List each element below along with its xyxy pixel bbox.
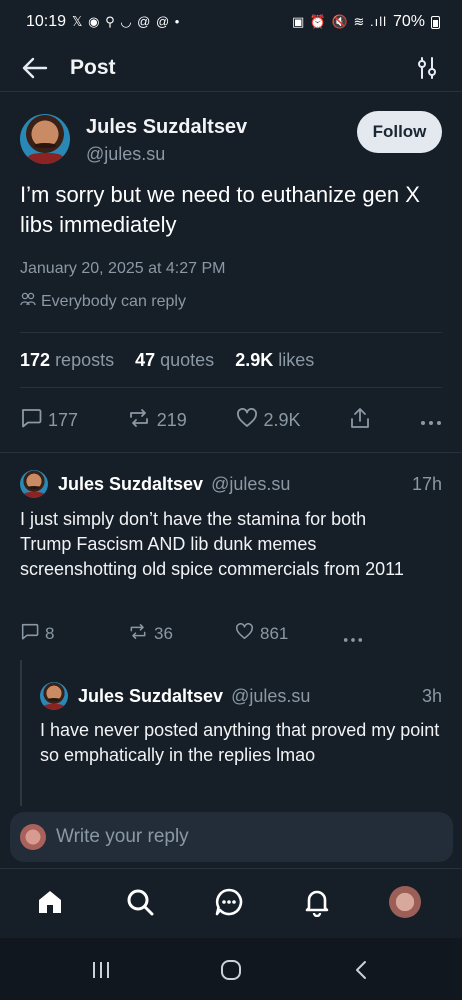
divider [0,452,462,453]
home-icon[interactable] [33,885,67,919]
quotes-count: 47 [135,349,156,370]
reply-text: I just simply don’t have the stamina for… [20,509,404,579]
reply-composer[interactable]: Write your reply [10,812,453,862]
reply-text: I have never posted anything that proved… [40,720,440,765]
post-actions: 177 219 2.9K [20,402,442,438]
avatar-shirt [24,491,44,498]
my-avatar [20,824,46,850]
reply-button[interactable]: 8 [20,623,54,645]
reply-count: 177 [48,409,79,430]
avatar[interactable] [20,114,70,164]
reply-input-placeholder[interactable]: Write your reply [56,826,189,848]
likes-stat[interactable]: 2.9K likes [235,350,314,371]
likes-label: likes [278,349,315,370]
avatar-shirt [27,153,63,164]
back-arrow-icon[interactable] [22,54,50,82]
reply-item[interactable]: Jules Suzdaltsev @jules.su 3h I have nev… [0,682,462,765]
status-time: 10:19 [26,13,67,30]
avatar[interactable] [20,470,48,498]
heart-icon [235,623,254,645]
status-bar: 10:19 𝕏 ◉ ⚲ ◡ @ @ • ▣ ⏰ 🔇 ≋ .ıll 70% [0,0,462,44]
more-dots-icon [420,410,442,431]
repost-icon [128,623,148,645]
heart-icon [236,407,258,433]
avatar[interactable] [40,682,68,710]
share-icon [349,407,371,434]
page-title: Post [70,55,116,79]
likes-count: 2.9K [235,349,274,370]
share-button[interactable] [349,407,371,434]
reply-header: Jules Suzdaltsev @jules.su 17h [0,470,462,498]
search-icon[interactable] [123,885,157,919]
reply-setting: Everybody can reply [20,292,186,311]
post-stats: 172 reposts 47 quotes 2.9K likes [20,332,442,388]
reposts-count: 172 [20,349,51,370]
post-text: I’m sorry but we need to euthanize gen X… [20,182,420,237]
reply-author-handle[interactable]: @jules.su [231,686,310,707]
notification-icons: 𝕏 ◉ ⚲ ◡ @ @ • [72,14,181,29]
post-author: Jules Suzdaltsev @jules.su Follow [20,111,442,168]
repost-button[interactable]: 219 [127,408,187,433]
avatar-mustache [34,143,56,148]
reply-count: 8 [45,624,55,643]
quotes-stat[interactable]: 47 quotes [135,350,214,371]
more-options-button[interactable] [343,628,363,648]
like-count: 861 [260,624,289,643]
reply-author-handle[interactable]: @jules.su [211,474,290,495]
post-header: Post [0,44,462,92]
reply-author-name[interactable]: Jules Suzdaltsev [58,474,203,495]
notifications-icon[interactable] [300,885,334,919]
more-dots-icon [343,628,363,648]
profile-avatar-image [389,886,421,918]
more-options-button[interactable] [420,410,442,431]
repost-button[interactable]: 36 [128,623,173,645]
reply-setting-label: Everybody can reply [41,292,186,310]
like-count: 2.9K [263,409,301,430]
reply-author-name[interactable]: Jules Suzdaltsev [78,686,223,707]
reply-time: 17h [411,473,442,494]
battery-percent: 70% [392,13,425,30]
people-icon [20,292,36,311]
reply-item[interactable]: Jules Suzdaltsev @jules.su 17h I just si… [0,470,462,643]
repost-count: 219 [156,409,187,430]
bottom-tab-bar [0,868,462,936]
avatar-shirt [44,703,64,710]
repost-icon [127,408,151,433]
settings-sliders-icon[interactable] [414,55,440,81]
reposts-label: reposts [55,349,115,370]
back-chevron-icon[interactable] [341,956,381,984]
avatar-mustache [47,698,61,702]
avatar-mustache [27,486,41,490]
home-circle-icon[interactable] [211,956,251,984]
comment-icon [20,408,42,433]
follow-button[interactable]: Follow [357,111,442,153]
quotes-label: quotes [160,349,215,370]
like-button[interactable]: 861 [235,623,288,645]
reply-time: 3h [421,685,442,706]
author-name[interactable]: Jules Suzdaltsev [86,114,247,140]
system-nav-bar [0,938,462,1000]
repost-count: 36 [154,624,173,643]
profile-avatar[interactable] [388,885,422,919]
reply-header: Jules Suzdaltsev @jules.su 3h [0,682,462,710]
reply-actions: 8 36 861 [20,622,420,646]
like-button[interactable]: 2.9K [236,407,301,433]
recent-apps-icon[interactable] [81,956,121,984]
chat-icon[interactable] [212,885,246,919]
reply-button[interactable]: 177 [20,408,78,433]
author-handle[interactable]: @jules.su [86,140,247,168]
post-timestamp: January 20, 2025 at 4:27 PM [20,260,226,277]
reposts-stat[interactable]: 172 reposts [20,350,114,371]
comment-icon [20,623,39,645]
system-status-icons: ▣ ⏰ 🔇 ≋ .ıll [291,14,387,29]
battery-icon [431,15,440,29]
